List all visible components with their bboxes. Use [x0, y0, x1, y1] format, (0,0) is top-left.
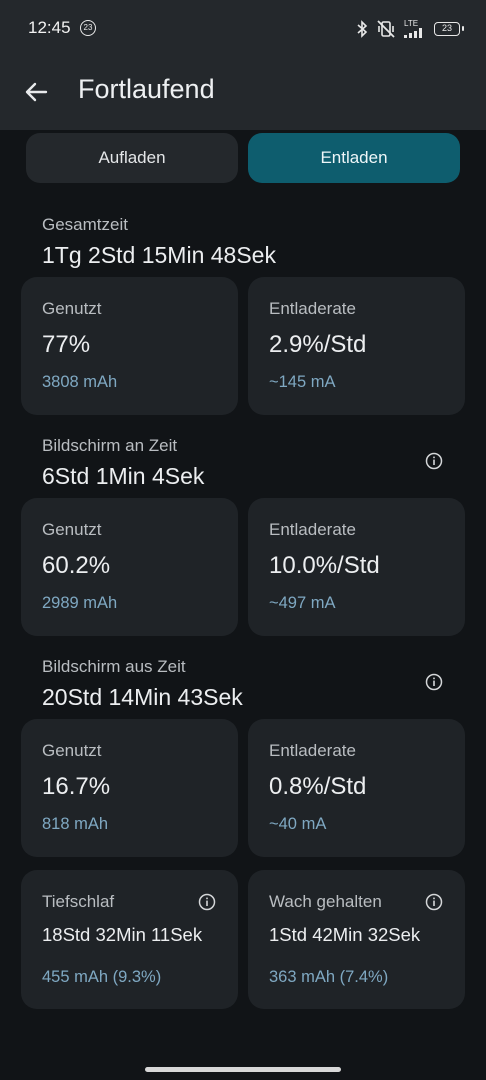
- deep-sleep-value: 18Std 32Min 11Sek: [42, 924, 203, 945]
- info-icon[interactable]: [425, 673, 443, 691]
- status-bar: 12:45 23 LTE 23: [0, 0, 486, 58]
- screen-on-value: 6Std 1Min 4Sek: [42, 463, 205, 489]
- used-label: Genutzt: [42, 741, 102, 760]
- awake-card: Wach gehalten 1Std 42Min 32Sek 363 mAh (…: [248, 870, 465, 1009]
- screen-off-used-card: Genutzt 16.7% 818 mAh: [21, 719, 238, 857]
- bluetooth-icon: [357, 20, 368, 38]
- rate-value: 10.0%/Std: [269, 552, 380, 579]
- battery-icon: 23: [434, 22, 464, 36]
- rate-label: Entladerate: [269, 741, 356, 760]
- used-value: 16.7%: [42, 773, 111, 800]
- info-icon[interactable]: [425, 893, 443, 911]
- info-icon[interactable]: [425, 452, 443, 470]
- rate-value: 2.9%/Std: [269, 331, 367, 358]
- used-label: Genutzt: [42, 299, 102, 318]
- used-mah: 818 mAh: [42, 815, 109, 833]
- used-value: 60.2%: [42, 552, 111, 579]
- deep-sleep-card: Tiefschlaf 18Std 32Min 11Sek 455 mAh (9.…: [21, 870, 238, 1009]
- total-used-card: Genutzt 77% 3808 mAh: [21, 277, 238, 415]
- screen-off-label: Bildschirm aus Zeit: [42, 657, 186, 676]
- rate-label: Entladerate: [269, 520, 356, 539]
- used-label: Genutzt: [42, 520, 102, 539]
- used-mah: 3808 mAh: [42, 373, 118, 391]
- deep-sleep-sub: 455 mAh (9.3%): [42, 968, 162, 986]
- awake-sub: 363 mAh (7.4%): [269, 968, 389, 986]
- signal-icon: [404, 28, 422, 38]
- app-bar: Fortlaufend: [0, 58, 486, 130]
- rate-ma: ~40 mA: [269, 815, 327, 833]
- screen-on-used-card: Genutzt 60.2% 2989 mAh: [21, 498, 238, 636]
- deep-sleep-label: Tiefschlaf: [42, 892, 115, 911]
- used-value: 77%: [42, 331, 91, 358]
- used-mah: 2989 mAh: [42, 594, 118, 612]
- back-button[interactable]: [20, 76, 52, 108]
- rate-label: Entladerate: [269, 299, 356, 318]
- notification-badge: 23: [80, 20, 96, 36]
- status-time: 12:45: [28, 18, 71, 37]
- lte-indicator: LTE: [404, 20, 426, 38]
- total-rate-card: Entladerate 2.9%/Std ~145 mA: [248, 277, 465, 415]
- status-icons: LTE 23: [356, 19, 464, 39]
- awake-value: 1Std 42Min 32Sek: [269, 924, 421, 945]
- screen-on-label: Bildschirm an Zeit: [42, 436, 178, 455]
- screen-on-rate-card: Entladerate 10.0%/Std ~497 mA: [248, 498, 465, 636]
- total-time-value: 1Tg 2Std 15Min 48Sek: [42, 242, 276, 268]
- tab-discharge[interactable]: Entladen: [248, 133, 460, 183]
- screen-off-value: 20Std 14Min 43Sek: [42, 684, 243, 710]
- screen-off-rate-card: Entladerate 0.8%/Std ~40 mA: [248, 719, 465, 857]
- info-icon[interactable]: [198, 893, 216, 911]
- total-time-label: Gesamtzeit: [42, 215, 128, 234]
- home-indicator[interactable]: [145, 1067, 341, 1072]
- vibrate-muted-icon: [377, 20, 395, 38]
- rate-value: 0.8%/Std: [269, 773, 367, 800]
- page-title: Fortlaufend: [78, 74, 215, 104]
- rate-ma: ~497 mA: [269, 594, 336, 612]
- arrow-back-icon: [25, 82, 48, 102]
- awake-label: Wach gehalten: [269, 892, 382, 911]
- tab-charge[interactable]: Aufladen: [26, 133, 238, 183]
- rate-ma: ~145 mA: [269, 373, 336, 391]
